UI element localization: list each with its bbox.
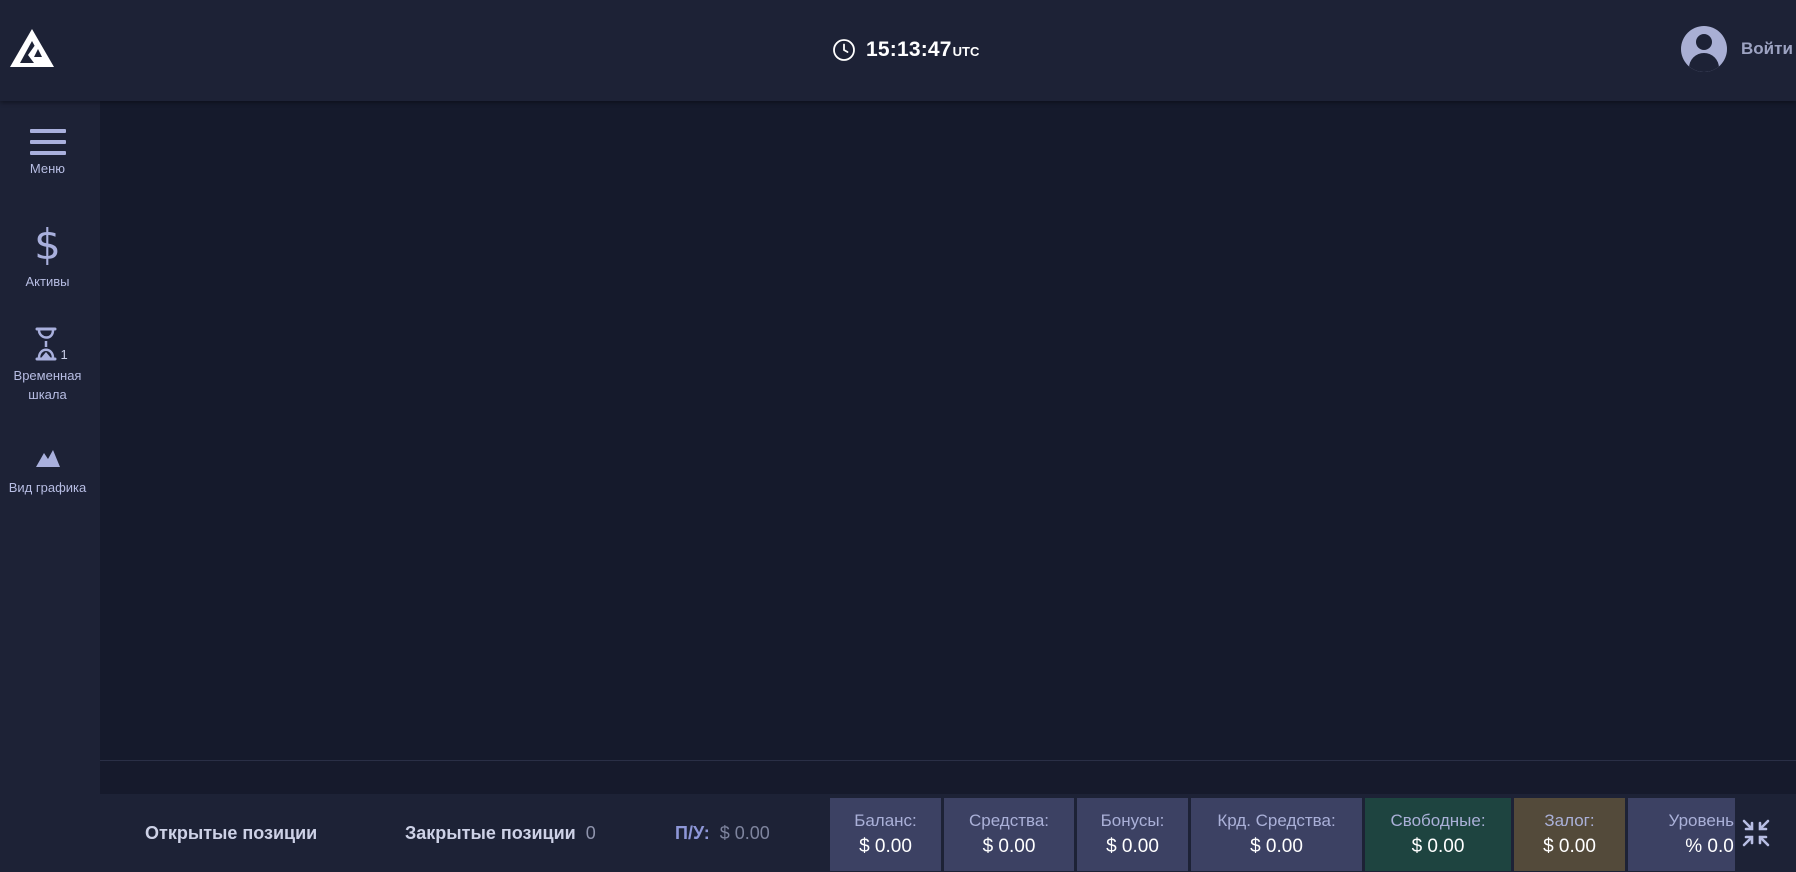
clock-icon (833, 39, 855, 61)
chart-area[interactable] (100, 101, 1796, 761)
sidebar-item-label: Временная (13, 368, 82, 383)
stat-value: $ 0.00 (859, 835, 912, 857)
timeframe-count-badge: 1 (60, 347, 68, 362)
sidebar-item-assets[interactable]: $ Активы (0, 224, 95, 291)
margin-stat: Залог: $ 0.00 (1514, 798, 1625, 871)
login-button[interactable]: Войти (1681, 26, 1793, 72)
free-margin-stat: Свободные: $ 0.00 (1365, 798, 1511, 871)
pnl-label: П/У: (675, 822, 710, 843)
stat-label: Средства: (968, 810, 1050, 830)
clock-timezone: UTC (952, 44, 980, 59)
mountain-chart-icon[interactable] (35, 448, 61, 468)
stat-label: Уровень м (1668, 810, 1735, 830)
sidebar-item-label: Вид графика (8, 480, 87, 495)
dollar-icon[interactable]: $ (34, 224, 61, 266)
sidebar-item-chart-type[interactable]: Вид графика (0, 448, 95, 497)
bottom-bar: Открытые позиции Закрытые позиции 0 П/У:… (0, 794, 1796, 872)
bonus-stat: Бонусы: $ 0.00 (1077, 798, 1188, 871)
user-avatar-icon[interactable] (1681, 26, 1727, 72)
sidebar-item-label: Активы (25, 274, 70, 289)
sidebar-item-label: Меню (29, 161, 66, 176)
collapse-arrows-icon[interactable] (1741, 818, 1771, 848)
tab-open-positions[interactable]: Открытые позиции (145, 794, 317, 872)
stat-label: Залог: (1544, 810, 1595, 830)
left-sidebar: Меню $ Активы 1 Временная шкала Вид граф… (0, 101, 100, 794)
equity-stat: Средства: $ 0.00 (944, 798, 1074, 871)
tab-closed-positions-label: Закрытые позиции (405, 822, 576, 843)
top-header: 15:13:47 UTC Войти (0, 0, 1796, 101)
logo-icon[interactable] (8, 27, 56, 69)
credit-stat: Крд. Средства: $ 0.00 (1191, 798, 1362, 871)
stat-value: % 0.0 (1685, 835, 1734, 857)
margin-level-stat: Уровень м % 0.0 (1628, 798, 1735, 871)
collapse-panel-button[interactable] (1735, 812, 1777, 854)
hourglass-icon[interactable] (34, 327, 58, 361)
stat-label: Бонусы: (1100, 810, 1165, 830)
sidebar-item-label: шкала (28, 387, 67, 402)
stat-value: $ 0.00 (1411, 835, 1465, 857)
pnl-value: $ 0.00 (719, 822, 770, 843)
login-label[interactable]: Войти (1741, 39, 1793, 59)
stat-value: $ 0.00 (1106, 835, 1159, 857)
sidebar-item-timeframe[interactable]: 1 Временная шкала (0, 327, 95, 404)
clock-time: 15:13:47 (866, 38, 952, 61)
hamburger-menu-icon[interactable] (29, 129, 66, 155)
stat-value: $ 0.00 (1543, 835, 1596, 857)
stat-label: Свободные: (1390, 810, 1486, 830)
balance-stat: Баланс: $ 0.00 (830, 798, 941, 871)
stat-label: Крд. Средства: (1217, 810, 1336, 830)
stat-label: Баланс: (854, 810, 917, 830)
tab-closed-positions[interactable]: Закрытые позиции 0 (405, 794, 596, 872)
server-clock: 15:13:47 UTC (832, 36, 979, 64)
stat-value: $ 0.00 (1250, 835, 1303, 857)
pnl-summary: П/У: $ 0.00 (675, 794, 770, 872)
tab-open-positions-label: Открытые позиции (145, 822, 318, 843)
sidebar-item-menu[interactable]: Меню (0, 129, 95, 178)
closed-positions-count: 0 (585, 822, 596, 843)
stat-value: $ 0.00 (982, 835, 1036, 857)
